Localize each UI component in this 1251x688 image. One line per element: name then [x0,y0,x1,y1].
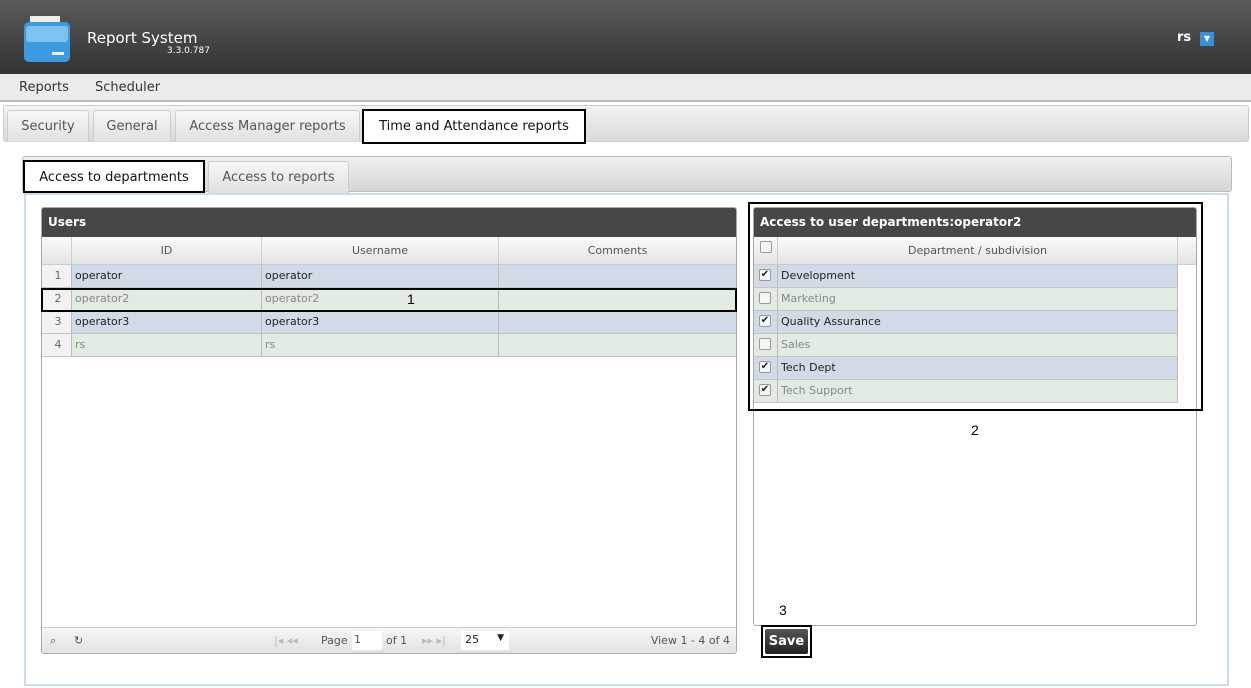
page-size-value: 25 [465,633,479,646]
username-cell: rs [262,334,499,356]
annotation-3: 3 [779,602,787,618]
annotation-2: 2 [971,422,979,438]
page-input[interactable]: 1 [352,631,382,650]
row-number: 3 [42,311,72,333]
menu-reports[interactable]: Reports [19,80,69,95]
tab-security[interactable]: Security [7,110,89,142]
row-number: 1 [42,265,72,287]
tab-access-to-departments[interactable]: Access to departments [23,160,205,193]
app-version: 3.3.0.787 [167,46,210,56]
tab-access-to-reports[interactable]: Access to reports [208,161,349,193]
user-name[interactable]: rs [1177,30,1191,45]
next-page-icon[interactable]: ▸▸ ▸| [422,634,446,647]
rownum-header [42,237,72,265]
app-title: Report System [87,29,198,47]
comments-cell [499,334,736,356]
save-button[interactable]: Save [765,629,808,654]
users-grid: Users ID Username Comments 1 operator oper… [41,207,737,654]
tab-time-attendance-reports[interactable]: Time and Attendance reports [362,109,586,144]
refresh-icon[interactable]: ↻ [74,634,83,647]
report-folder-logo-icon [24,16,70,62]
username-column-header[interactable]: Username [262,237,499,265]
grid-pager: ⌕ ↻ |◂ ◂◂ Page 1 of 1 ▸▸ ▸| 25 ▼ View 1 -… [42,627,736,653]
annotation-1: 1 [407,291,415,307]
header: Report System 3.3.0.787 rs ▼ [0,0,1251,74]
tab-general[interactable]: General [93,110,171,142]
users-grid-title: Users [42,208,736,237]
search-icon[interactable]: ⌕ [50,634,56,648]
first-page-icon[interactable]: |◂ ◂◂ [274,634,298,647]
comments-cell [499,311,736,333]
page-size-select[interactable]: 25 ▼ [461,631,509,650]
table-row[interactable]: 3 operator3 operator3 [42,311,736,334]
menu-bar: Reports Scheduler [0,74,1251,102]
id-column-header[interactable]: ID [72,237,262,265]
chevron-down-icon: ▼ [497,633,504,643]
selected-row-highlight [41,288,737,312]
comments-column-header[interactable]: Comments [499,237,736,265]
comments-cell [499,265,736,287]
username-cell: operator [262,265,499,287]
view-count: View 1 - 4 of 4 [650,634,730,647]
page-count: of 1 [386,634,408,647]
row-number: 4 [42,334,72,356]
page-label: Page [321,634,348,647]
table-row[interactable]: 1 operator operator [42,265,736,288]
menu-scheduler[interactable]: Scheduler [95,80,160,95]
table-row[interactable]: 4 rs rs [42,334,736,357]
departments-highlight [748,202,1203,411]
id-cell: rs [72,334,262,356]
id-cell: operator3 [72,311,262,333]
save-highlight: Save [761,625,812,658]
username-cell: operator3 [262,311,499,333]
tab-access-manager-reports[interactable]: Access Manager reports [175,110,360,142]
id-cell: operator [72,265,262,287]
user-dropdown-icon[interactable]: ▼ [1200,32,1214,46]
